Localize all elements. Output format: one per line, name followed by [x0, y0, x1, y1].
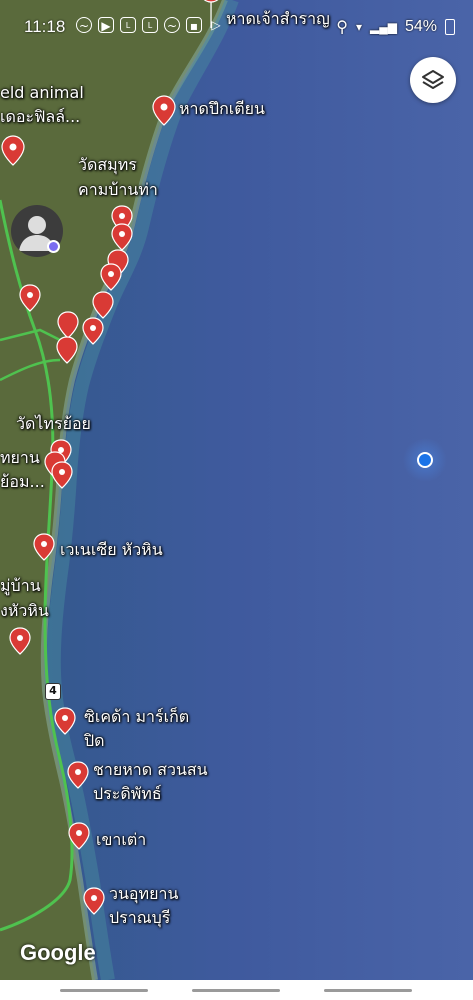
place-label[interactable]: วนอุทยาน ปราณบุรี — [109, 882, 178, 930]
partial-place-label[interactable]: งหัวหิน — [0, 600, 49, 622]
wifi-icon: ▾ — [355, 20, 362, 34]
system-nav-bar — [0, 980, 473, 1000]
line-icon: L — [120, 17, 136, 33]
youtube-icon: ▶ — [98, 17, 114, 33]
place-label[interactable]: วัดไทรย้อย — [16, 413, 91, 435]
road-number-shield: 4 — [45, 683, 61, 700]
google-logo: Google — [20, 940, 96, 965]
line-icon: L — [142, 17, 158, 33]
place-label[interactable]: เวเนเซีย หัวหิน — [60, 539, 163, 561]
map-canvas[interactable] — [0, 0, 473, 1000]
status-bar: 11:18 ~ ▶ L L ~ ▪ ▷ ⚲ ▾ ▂▄▆ 54% — [0, 0, 473, 52]
place-label[interactable]: เขาเต่า — [96, 829, 146, 851]
partial-place-label[interactable]: ทยาน — [0, 447, 40, 469]
gallery-icon: ▪ — [186, 17, 202, 33]
location-icon: ⚲ — [336, 19, 348, 36]
system-icons: ⚲ ▾ ▂▄▆ 54% — [336, 17, 455, 37]
back-button[interactable] — [324, 989, 412, 992]
notification-icons: ~ ▶ L L ~ ▪ ▷ — [76, 17, 224, 33]
signal-icon: ▂▄▆ — [370, 20, 397, 34]
layers-button[interactable] — [410, 57, 456, 103]
place-label[interactable]: ซิเคด้า มาร์เก็ต ปิด — [84, 705, 189, 753]
place-label[interactable]: หาดปึกเตียน — [179, 98, 265, 120]
partial-place-label[interactable]: eld animal — [0, 82, 84, 104]
place-label[interactable]: ชายหาด สวนสน ประดิพัทธ์ — [93, 758, 208, 806]
messenger-icon: ~ — [76, 17, 92, 33]
partial-place-label[interactable]: ย้อม... — [0, 471, 45, 493]
layers-icon — [422, 70, 444, 89]
home-button[interactable] — [192, 989, 280, 992]
partial-place-label[interactable]: มู่บ้าน — [0, 575, 41, 597]
place-label[interactable]: วัดสมุทร คามบ้านท่า — [78, 152, 158, 202]
messenger-icon: ~ — [164, 17, 180, 33]
play-icon: ▷ — [211, 18, 221, 32]
battery-percent: 54% — [404, 18, 437, 35]
my-location-dot[interactable] — [417, 452, 433, 468]
status-time: 11:18 — [24, 17, 66, 36]
battery-icon — [445, 19, 455, 35]
partial-place-label[interactable]: เดอะฟิลล์... — [0, 106, 80, 128]
recent-apps-button[interactable] — [60, 989, 148, 992]
messenger-badge-icon — [47, 240, 60, 253]
